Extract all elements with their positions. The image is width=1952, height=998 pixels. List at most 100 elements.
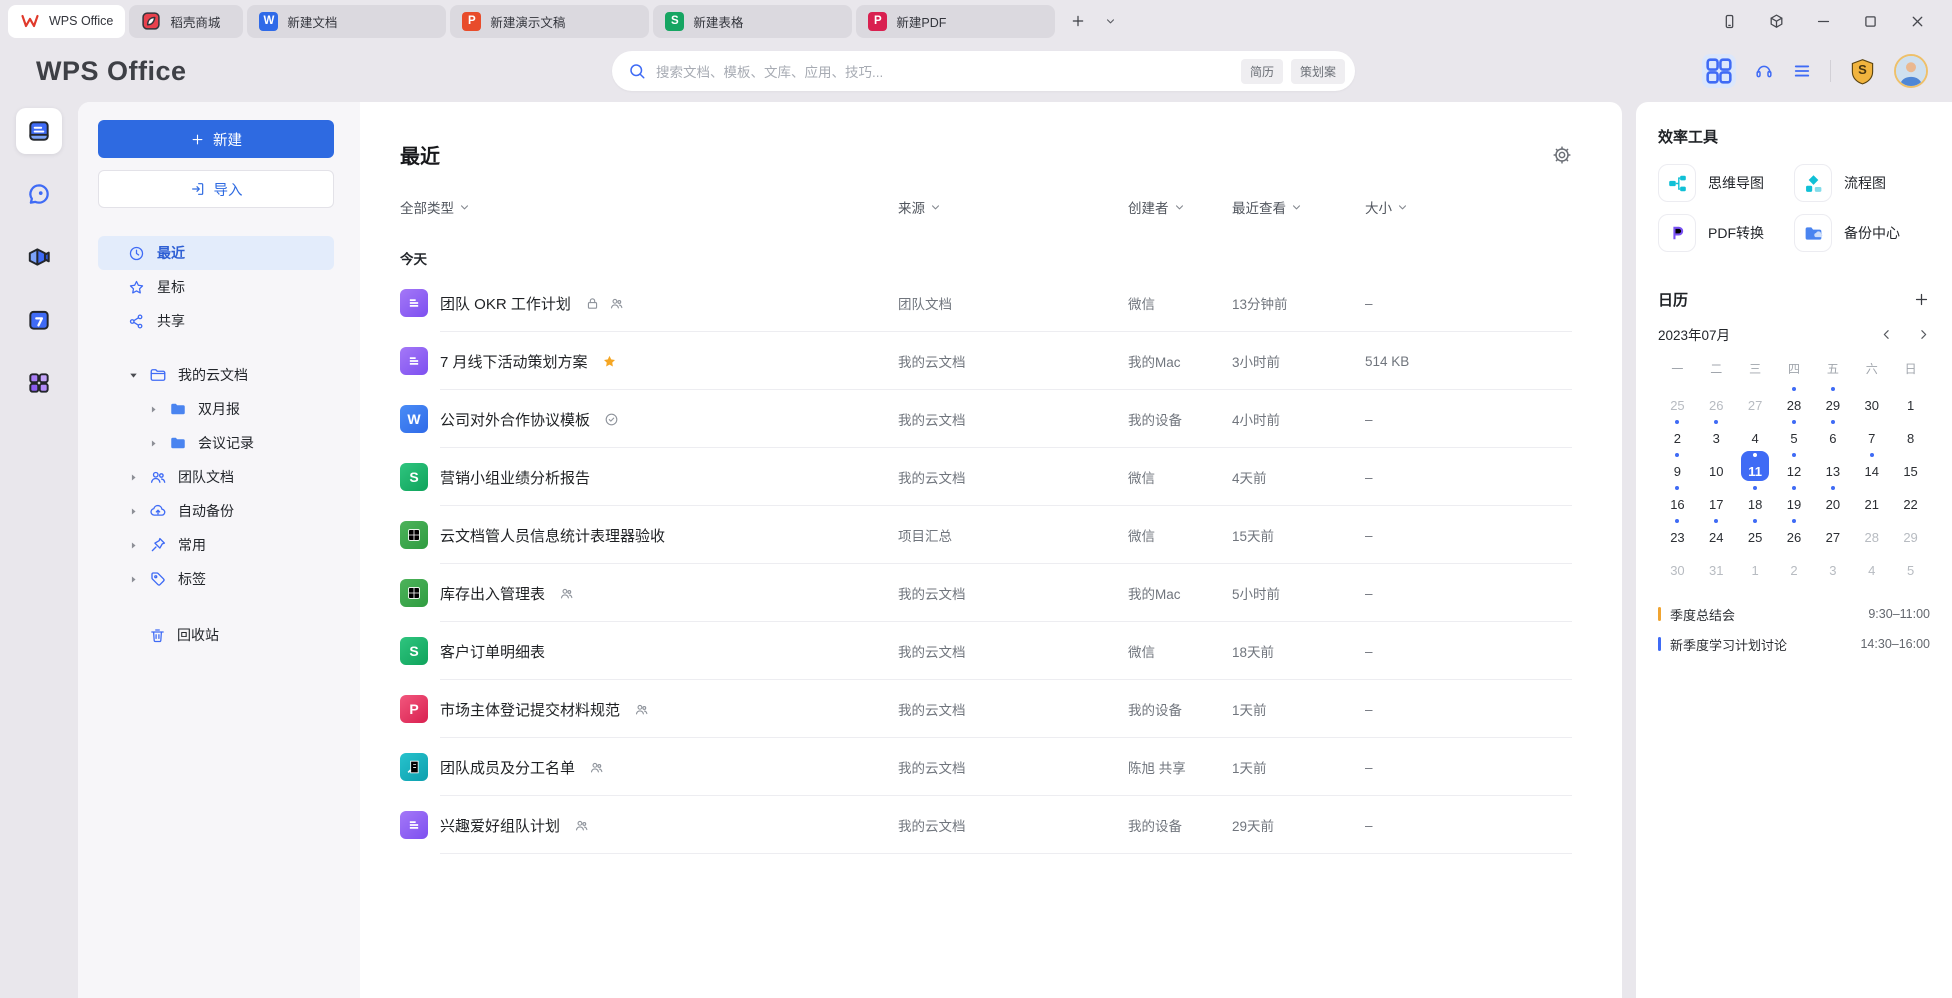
rail-meeting-tab[interactable]: [16, 234, 62, 280]
add-event-icon[interactable]: [1913, 291, 1930, 308]
tab-新建文档[interactable]: W新建文档: [247, 5, 446, 38]
calendar-day[interactable]: 29: [1813, 383, 1852, 416]
tab-新建演示文稿[interactable]: P新建演示文稿: [450, 5, 649, 38]
calendar-day[interactable]: 4: [1736, 416, 1775, 449]
tab-新建表格[interactable]: S新建表格: [653, 5, 852, 38]
sidebar-tree-item-自动备份[interactable]: 自动备份: [98, 494, 334, 528]
calendar-day[interactable]: 1: [1736, 548, 1775, 581]
close-button[interactable]: [1909, 13, 1926, 30]
file-row[interactable]: 团队成员及分工名单我的云文档陈旭 共享1天前–: [400, 738, 1572, 796]
calendar-day[interactable]: 21: [1852, 482, 1891, 515]
search-bar[interactable]: 搜索文档、模板、文库、应用、技巧... 简历策划案: [612, 51, 1355, 91]
sidebar-tree-item-团队文档[interactable]: 团队文档: [98, 460, 334, 494]
filter-大小[interactable]: 大小: [1365, 197, 1408, 217]
file-row[interactable]: 7 月线下活动策划方案我的云文档我的Mac3小时前514 KB: [400, 332, 1572, 390]
filter-全部类型[interactable]: 全部类型: [400, 197, 470, 217]
search-tag[interactable]: 策划案: [1291, 59, 1345, 84]
workspace-cube-icon[interactable]: [1768, 13, 1785, 30]
maximize-button[interactable]: [1862, 13, 1879, 30]
file-row[interactable]: S营销小组业绩分析报告我的云文档微信4天前–: [400, 448, 1572, 506]
calendar-day[interactable]: 1: [1891, 383, 1930, 416]
rail-chat-tab[interactable]: [16, 171, 62, 217]
calendar-day[interactable]: 5: [1775, 416, 1814, 449]
calendar-day[interactable]: 19: [1775, 482, 1814, 515]
apps-grid-button[interactable]: [1702, 54, 1736, 88]
sidebar-item-trash[interactable]: 回收站: [98, 618, 334, 652]
calendar-day[interactable]: 11: [1736, 449, 1775, 482]
calendar-day[interactable]: 2: [1775, 548, 1814, 581]
calendar-day[interactable]: 3: [1697, 416, 1736, 449]
tab-新建PDF[interactable]: P新建PDF: [856, 5, 1055, 38]
tool-思维导图[interactable]: 思维导图: [1658, 161, 1794, 205]
calendar-event[interactable]: 新季度学习计划讨论14:30–16:00: [1658, 629, 1930, 659]
calendar-event[interactable]: 季度总结会9:30–11:00: [1658, 599, 1930, 629]
calendar-day[interactable]: 17: [1697, 482, 1736, 515]
calendar-day[interactable]: 20: [1813, 482, 1852, 515]
tool-流程图[interactable]: 流程图: [1794, 161, 1930, 205]
file-row[interactable]: W公司对外合作协议模板我的云文档我的设备4小时前–: [400, 390, 1572, 448]
sidebar-tree-item-双月报[interactable]: 双月报: [98, 392, 334, 426]
calendar-day[interactable]: 29: [1891, 515, 1930, 548]
calendar-day[interactable]: 18: [1736, 482, 1775, 515]
calendar-day[interactable]: 22: [1891, 482, 1930, 515]
sidebar-tree-item-常用[interactable]: 常用: [98, 528, 334, 562]
calendar-day[interactable]: 10: [1697, 449, 1736, 482]
calendar-day[interactable]: 30: [1852, 383, 1891, 416]
file-row[interactable]: P市场主体登记提交材料规范我的云文档我的设备1天前–: [400, 680, 1572, 738]
sidebar-item-最近[interactable]: 最近: [98, 236, 334, 270]
sidebar-item-星标[interactable]: 星标: [98, 270, 334, 304]
gear-icon[interactable]: [1552, 145, 1572, 165]
calendar-prev-icon[interactable]: [1880, 328, 1893, 341]
file-row[interactable]: 团队 OKR 工作计划团队文档微信13分钟前–: [400, 274, 1572, 332]
tool-PDF转换[interactable]: PDF转换: [1658, 211, 1794, 255]
calendar-day[interactable]: 14: [1852, 449, 1891, 482]
calendar-day[interactable]: 26: [1697, 383, 1736, 416]
calendar-day[interactable]: 12: [1775, 449, 1814, 482]
sidebar-tree-item-标签[interactable]: 标签: [98, 562, 334, 596]
minimize-button[interactable]: [1815, 13, 1832, 30]
file-row[interactable]: 库存出入管理表我的云文档我的Mac5小时前–: [400, 564, 1572, 622]
calendar-day[interactable]: 5: [1891, 548, 1930, 581]
support-headset-icon[interactable]: [1754, 61, 1774, 81]
calendar-day[interactable]: 28: [1775, 383, 1814, 416]
calendar-day[interactable]: 25: [1658, 383, 1697, 416]
filter-最近查看[interactable]: 最近查看: [1232, 197, 1302, 217]
new-document-button[interactable]: 新建: [98, 120, 334, 158]
tab-list-dropdown[interactable]: [1097, 8, 1123, 34]
calendar-day[interactable]: 2: [1658, 416, 1697, 449]
import-button[interactable]: 导入: [98, 170, 334, 208]
file-row[interactable]: S客户订单明细表我的云文档微信18天前–: [400, 622, 1572, 680]
calendar-day[interactable]: 28: [1852, 515, 1891, 548]
calendar-day[interactable]: 15: [1891, 449, 1930, 482]
calendar-day[interactable]: 24: [1697, 515, 1736, 548]
file-row[interactable]: 兴趣爱好组队计划我的云文档我的设备29天前–: [400, 796, 1572, 854]
tool-备份中心[interactable]: 备份中心: [1794, 211, 1930, 255]
calendar-day[interactable]: 26: [1775, 515, 1814, 548]
calendar-day[interactable]: 7: [1852, 416, 1891, 449]
calendar-next-icon[interactable]: [1917, 328, 1930, 341]
calendar-day[interactable]: 27: [1736, 383, 1775, 416]
mobile-sync-icon[interactable]: [1721, 13, 1738, 30]
tab-稻壳商城[interactable]: 稻壳商城: [129, 5, 243, 38]
user-avatar[interactable]: [1894, 54, 1928, 88]
sidebar-tree-item-会议记录[interactable]: 会议记录: [98, 426, 334, 460]
filter-创建者[interactable]: 创建者: [1128, 197, 1185, 217]
calendar-day[interactable]: 6: [1813, 416, 1852, 449]
rail-documents-tab[interactable]: [16, 108, 62, 154]
calendar-day[interactable]: 4: [1852, 548, 1891, 581]
sidebar-item-共享[interactable]: 共享: [98, 304, 334, 338]
calendar-day[interactable]: 3: [1813, 548, 1852, 581]
file-row[interactable]: 云文档管人员信息统计表理器验收项目汇总微信15天前–: [400, 506, 1572, 564]
menu-icon[interactable]: [1792, 61, 1812, 81]
calendar-day[interactable]: 9: [1658, 449, 1697, 482]
calendar-day[interactable]: 13: [1813, 449, 1852, 482]
tab-WPS Office[interactable]: WPS Office: [8, 5, 125, 38]
calendar-day[interactable]: 30: [1658, 548, 1697, 581]
search-tag[interactable]: 简历: [1241, 59, 1283, 84]
filter-来源[interactable]: 来源: [898, 197, 941, 217]
sidebar-tree-item-我的云文档[interactable]: 我的云文档: [98, 358, 334, 392]
rail-apps-tab[interactable]: [16, 360, 62, 406]
calendar-day[interactable]: 8: [1891, 416, 1930, 449]
calendar-day[interactable]: 23: [1658, 515, 1697, 548]
new-tab-button[interactable]: [1065, 8, 1091, 34]
